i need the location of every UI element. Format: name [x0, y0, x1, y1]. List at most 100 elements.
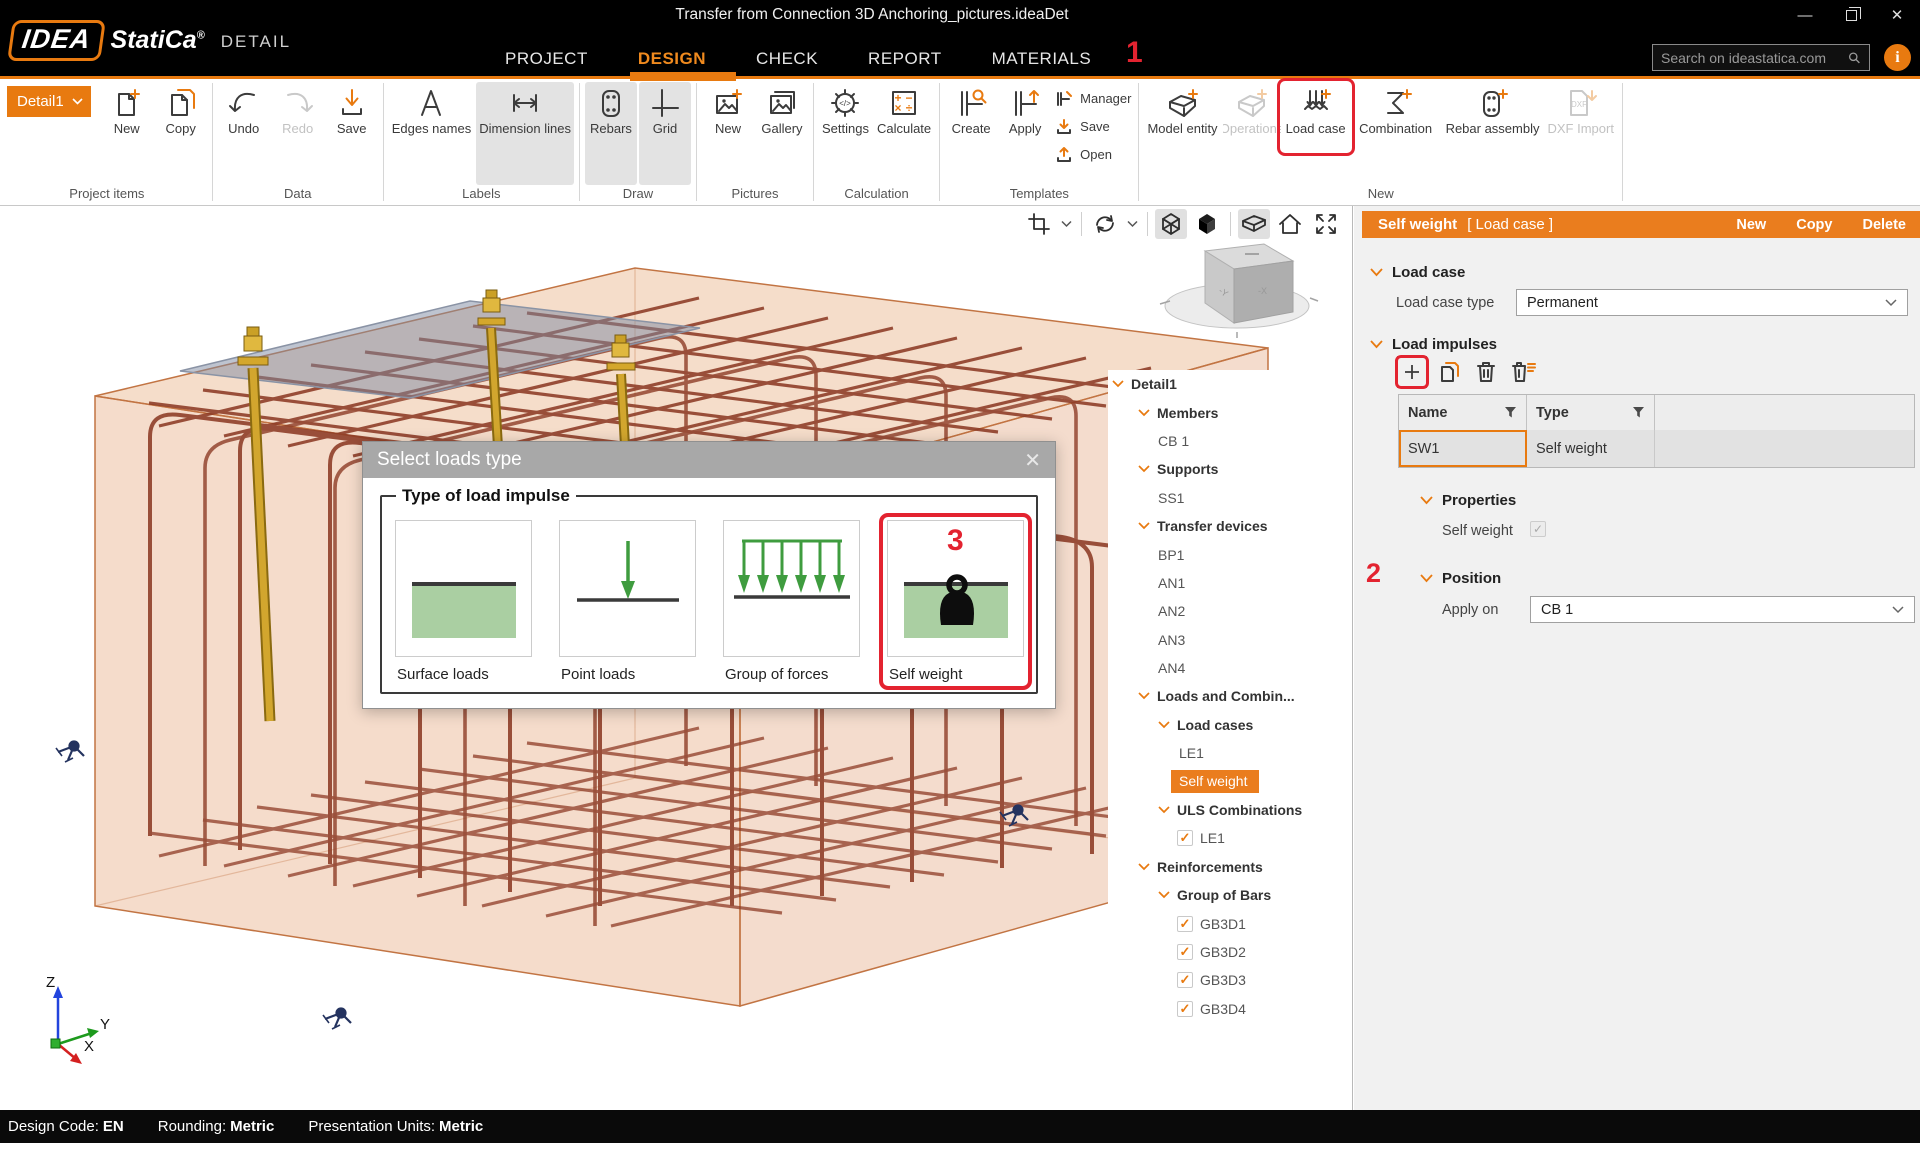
edges-names-toggle[interactable]: Edges names	[389, 82, 475, 138]
calculate-button[interactable]: +−×÷ Calculate	[874, 82, 934, 138]
tree-node-an4[interactable]: AN4	[1108, 654, 1351, 682]
clipped-view-button[interactable]	[1238, 209, 1270, 239]
template-open-button[interactable]: Open	[1055, 142, 1131, 167]
panel-delete-button[interactable]: Delete	[1862, 217, 1906, 233]
solid-view-button[interactable]	[1191, 209, 1223, 239]
redo-button[interactable]: Redo	[272, 82, 324, 138]
search-box[interactable]	[1652, 44, 1870, 71]
cell-empty[interactable]	[1655, 430, 1914, 467]
new-picture-button[interactable]: New	[702, 82, 754, 138]
rotate-view-button[interactable]	[1089, 209, 1121, 239]
tab-materials[interactable]: MATERIALS	[992, 49, 1092, 69]
filter-icon[interactable]	[1632, 406, 1645, 419]
tree-node-loads-combinations[interactable]: Loads and Combin...	[1108, 682, 1351, 710]
panel-new-button[interactable]: New	[1736, 217, 1766, 233]
load-case-button[interactable]: Load case	[1283, 82, 1349, 138]
tab-report[interactable]: REPORT	[868, 49, 942, 69]
tree-node-gb3d3[interactable]: ✓GB3D3	[1108, 966, 1351, 994]
tree-node-detail1[interactable]: Detail1	[1108, 370, 1351, 398]
minimize-button[interactable]: —	[1782, 0, 1828, 30]
cell-name[interactable]: SW1	[1399, 430, 1527, 467]
checkbox-checked[interactable]: ✓	[1177, 944, 1193, 960]
option-self-weight[interactable]: 3 Self weight	[887, 520, 1024, 683]
tree-node-an3[interactable]: AN3	[1108, 626, 1351, 654]
operations-button[interactable]: Operations	[1223, 82, 1281, 138]
tree-node-gb3d1[interactable]: ✓GB3D1	[1108, 909, 1351, 937]
undo-button[interactable]: Undo	[218, 82, 270, 138]
rebar-assembly-button[interactable]: Rebar assembly	[1443, 82, 1543, 138]
combination-button[interactable]: Combination	[1351, 82, 1441, 138]
tree-node-bp1[interactable]: BP1	[1108, 540, 1351, 568]
tree-node-an1[interactable]: AN1	[1108, 569, 1351, 597]
copy-load-impulse-button[interactable]	[1434, 356, 1464, 388]
search-input[interactable]	[1661, 50, 1842, 66]
dxf-import-button[interactable]: DXF DXF Import	[1545, 82, 1617, 138]
settings-button[interactable]: </> Settings	[819, 82, 872, 138]
grid-toggle[interactable]: Grid	[639, 82, 691, 185]
tree-node-reinforcements[interactable]: Reinforcements	[1108, 853, 1351, 881]
tree-node-gb3d2[interactable]: ✓GB3D2	[1108, 938, 1351, 966]
tab-design[interactable]: DESIGN	[638, 49, 706, 69]
project-selector[interactable]: Detail1	[7, 86, 91, 117]
position-section-header[interactable]: Position	[1420, 570, 1501, 587]
delete-all-load-impulses-button[interactable]	[1508, 356, 1538, 388]
option-point-loads[interactable]: Point loads	[559, 520, 696, 683]
group-label: Project items	[7, 185, 207, 204]
zoom-fit-button[interactable]	[1310, 209, 1342, 239]
redo-icon	[280, 86, 316, 120]
add-load-impulse-button[interactable]	[1397, 356, 1427, 388]
tree-node-an2[interactable]: AN2	[1108, 597, 1351, 625]
info-icon[interactable]: i	[1884, 44, 1911, 71]
template-manager-button[interactable]: Manager	[1055, 86, 1131, 111]
tree-node-cb1[interactable]: CB 1	[1108, 427, 1351, 455]
rotate-view-dropdown[interactable]	[1125, 220, 1140, 228]
checkbox-checked[interactable]: ✓	[1177, 1001, 1193, 1017]
template-create-button[interactable]: Create	[945, 82, 997, 138]
clip-plane-button[interactable]	[1023, 209, 1055, 239]
cell-type[interactable]: Self weight	[1527, 430, 1655, 467]
option-group-of-forces[interactable]: Group of forces	[723, 520, 860, 683]
tree-node-ss1[interactable]: SS1	[1108, 484, 1351, 512]
tree-node-uls-le1[interactable]: ✓LE1	[1108, 824, 1351, 852]
template-save-button[interactable]: Save	[1055, 114, 1131, 139]
template-apply-button[interactable]: Apply	[999, 82, 1051, 138]
panel-copy-button[interactable]: Copy	[1796, 217, 1832, 233]
new-project-item-button[interactable]: New	[101, 82, 153, 138]
model-entity-button[interactable]: Model entity	[1144, 82, 1220, 138]
apply-on-dropdown[interactable]: CB 1	[1530, 596, 1915, 623]
tree-node-le1[interactable]: LE1	[1108, 739, 1351, 767]
properties-section-header[interactable]: Properties	[1420, 492, 1516, 509]
tab-check[interactable]: CHECK	[756, 49, 818, 69]
load-case-type-dropdown[interactable]: Permanent	[1516, 289, 1908, 316]
checkbox-checked[interactable]: ✓	[1177, 830, 1193, 846]
clip-plane-dropdown[interactable]	[1059, 220, 1074, 228]
restore-button[interactable]	[1828, 0, 1874, 30]
rebars-toggle[interactable]: Rebars	[585, 82, 637, 185]
dimension-lines-toggle[interactable]: Dimension lines	[476, 82, 574, 185]
dialog-close-icon[interactable]: ✕	[1024, 448, 1041, 473]
checkbox-checked[interactable]: ✓	[1177, 916, 1193, 932]
filter-icon[interactable]	[1504, 406, 1517, 419]
load-impulses-section-header[interactable]: Load impulses	[1370, 336, 1497, 353]
load-case-section-header[interactable]: Load case	[1370, 264, 1465, 281]
copy-project-item-button[interactable]: Copy	[155, 82, 207, 138]
tree-node-gb3d4[interactable]: ✓GB3D4	[1108, 995, 1351, 1023]
delete-load-impulse-button[interactable]	[1471, 356, 1501, 388]
tree-node-group-of-bars[interactable]: Group of Bars	[1108, 881, 1351, 909]
tree-node-load-cases[interactable]: Load cases	[1108, 711, 1351, 739]
wireframe-view-button[interactable]	[1155, 209, 1187, 239]
tab-project[interactable]: PROJECT	[505, 49, 588, 69]
home-view-button[interactable]	[1274, 209, 1306, 239]
close-button[interactable]: ✕	[1874, 0, 1920, 30]
gallery-button[interactable]: Gallery	[756, 82, 808, 138]
tree-node-members[interactable]: Members	[1108, 398, 1351, 426]
wireframe-cube-icon	[1157, 210, 1185, 238]
tree-node-uls-combinations[interactable]: ULS Combinations	[1108, 796, 1351, 824]
save-button[interactable]: Save	[326, 82, 378, 138]
tree-node-supports[interactable]: Supports	[1108, 455, 1351, 483]
tree-node-transfer-devices[interactable]: Transfer devices	[1108, 512, 1351, 540]
copy-icon	[1437, 360, 1461, 384]
option-surface-loads[interactable]: Surface loads	[395, 520, 532, 683]
tree-node-self-weight[interactable]: Self weight	[1108, 767, 1351, 795]
checkbox-checked[interactable]: ✓	[1177, 972, 1193, 988]
